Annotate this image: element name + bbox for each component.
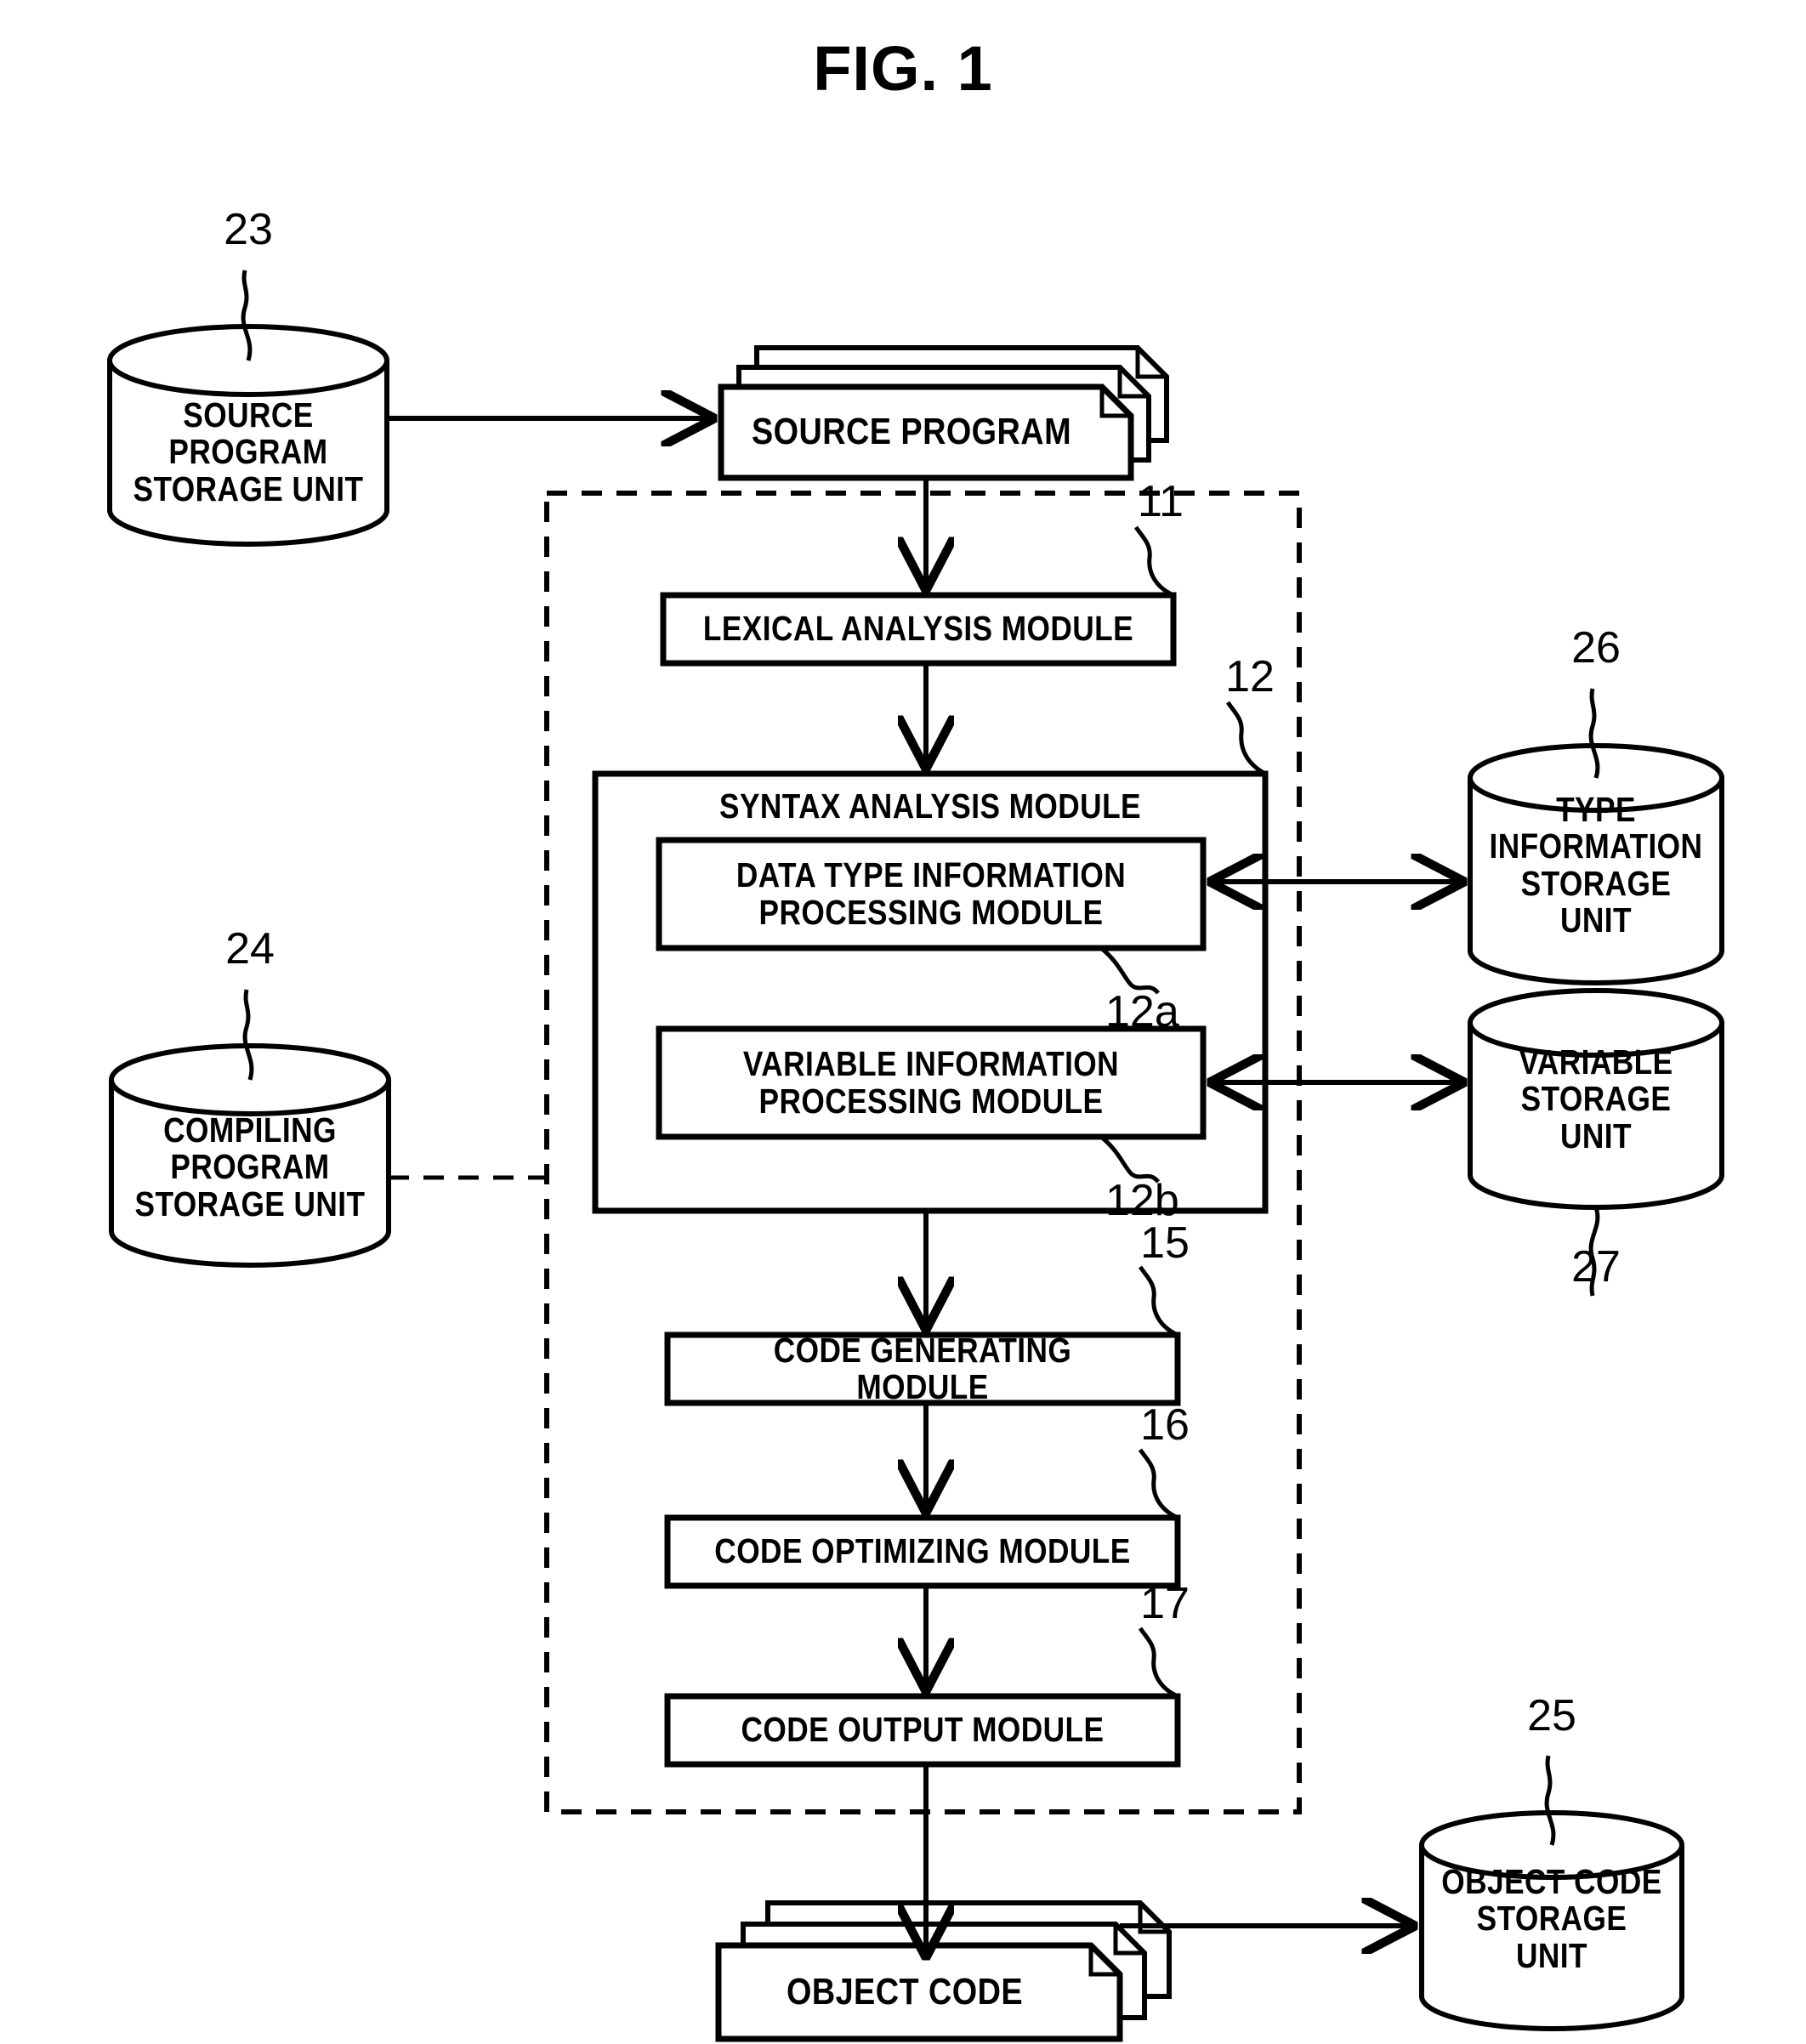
ref-16: 16 — [1140, 1400, 1190, 1450]
ref-12: 12 — [1225, 652, 1275, 701]
ref-15: 15 — [1140, 1218, 1190, 1268]
ref-24: 24 — [225, 924, 275, 974]
code-optimizing-module-label: CODE OPTIMIZING MODULE — [714, 1531, 1131, 1571]
code-generating-module-label: CODE GENERATING MODULE — [773, 1330, 1072, 1406]
ref-25: 25 — [1527, 1691, 1576, 1740]
type-information-storage-label: TYPE INFORMATION STORAGE UNIT — [1489, 790, 1703, 940]
ref-11: 11 — [1138, 477, 1184, 526]
object-code-label: OBJECT CODE — [786, 1970, 1024, 2013]
source-program-label: SOURCE PROGRAM — [751, 411, 1072, 453]
source-program-storage-label: SOURCE PROGRAM STORAGE UNIT — [133, 395, 364, 508]
code-output-module-label: CODE OUTPUT MODULE — [741, 1710, 1105, 1750]
variable-storage-label: VARIABLE STORAGE UNIT — [1519, 1042, 1673, 1155]
data-type-information-processing-module-label: DATA TYPE INFORMATION PROCESSING MODULE — [735, 855, 1127, 932]
variable-information-processing-module-label: VARIABLE INFORMATION PROCESSING MODULE — [742, 1044, 1120, 1121]
compiling-program-storage-label: COMPILING PROGRAM STORAGE UNIT — [134, 1110, 366, 1224]
ref-23: 23 — [224, 205, 273, 254]
syntax-analysis-module-label: SYNTAX ANALYSIS MODULE — [719, 786, 1141, 826]
ref-27: 27 — [1571, 1242, 1621, 1292]
ref-26: 26 — [1571, 623, 1621, 673]
figure-canvas: FIG. 1 SOURCE PROGRAM STORAGE UNIT 23 CO… — [0, 0, 1806, 2044]
ref-17: 17 — [1140, 1579, 1190, 1628]
lexical-analysis-module-label: LEXICAL ANALYSIS MODULE — [702, 609, 1134, 649]
object-code-storage-label: OBJECT CODE STORAGE UNIT — [1441, 1862, 1662, 1975]
